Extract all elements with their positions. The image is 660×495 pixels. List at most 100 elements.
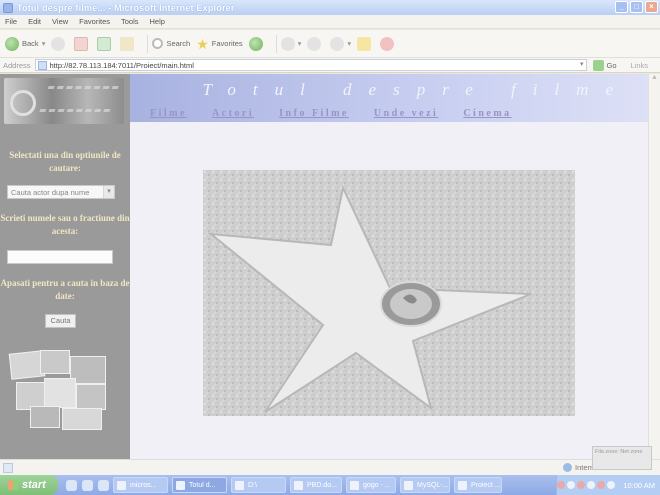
back-button[interactable]: Back ▾ (5, 36, 46, 51)
forward-button[interactable] (51, 36, 68, 51)
windows-logo-icon (8, 480, 18, 490)
tray-icon[interactable] (557, 481, 566, 489)
back-arrow-icon (5, 36, 19, 51)
nav-link-unde-vezi[interactable]: Unde vezi (374, 108, 438, 119)
tray-icon[interactable] (587, 481, 596, 489)
go-label: Go (606, 60, 617, 70)
nav-link-info-filme[interactable]: Info Filme (279, 108, 349, 119)
taskbar-item[interactable]: D:\ (231, 477, 286, 493)
page-done-icon (3, 463, 13, 473)
messenger-icon (380, 36, 395, 51)
desktop-quicklaunch-icon[interactable] (82, 479, 93, 491)
taskbar-item-label: MySQL-... (417, 481, 449, 489)
links-button[interactable]: Links (631, 61, 649, 70)
ie-quicklaunch-icon[interactable] (66, 479, 77, 491)
refresh-button[interactable] (97, 36, 114, 51)
chevron-down-icon[interactable]: ▾ (103, 186, 114, 198)
back-dropdown-icon[interactable]: ▾ (42, 39, 46, 48)
print-button[interactable] (307, 36, 324, 51)
mail-button[interactable]: ▾ (280, 36, 302, 51)
search-button[interactable]: Search (152, 38, 190, 49)
home-button[interactable] (120, 36, 137, 51)
ie-icon (176, 480, 185, 490)
window-controls: _ □ × (615, 1, 658, 13)
film-reel-icon (10, 90, 36, 116)
nav-link-cinema[interactable]: Cinema (463, 108, 511, 119)
menu-favorites[interactable]: Favorites (79, 17, 110, 26)
address-dropdown-icon[interactable]: ▾ (580, 60, 584, 68)
address-url: http://82.78.113.184:7011/Proiect/main.h… (49, 60, 194, 70)
system-tray: 10:00 AM (556, 475, 660, 495)
go-button[interactable]: Go (592, 59, 617, 71)
search-sidebar: Selectati una din optiunile de cautare: … (0, 74, 130, 459)
menu-edit[interactable]: Edit (28, 17, 41, 26)
film-strip-icon (39, 86, 119, 112)
main-nav: Filme Actori Info Filme Unde vezi Cinema (150, 108, 537, 119)
menu-help[interactable]: Help (150, 17, 165, 26)
ie-icon (3, 2, 13, 13)
minimize-button[interactable]: _ (615, 1, 628, 13)
select-prompt: Selectati una din optiunile de cautare: (9, 150, 121, 173)
start-button[interactable]: start (0, 475, 58, 495)
folder-button[interactable] (357, 36, 374, 51)
address-bar: Address http://82.78.113.184:7011/Proiec… (0, 58, 660, 73)
clock[interactable]: 10:00 AM (623, 481, 655, 490)
nav-link-actori[interactable]: Actori (212, 108, 254, 119)
menu-view[interactable]: View (52, 17, 68, 26)
taskbar-item[interactable]: gogo - ... (346, 477, 396, 493)
maximize-button[interactable]: □ (630, 1, 643, 13)
mail-icon (280, 36, 295, 51)
forward-arrow-icon (51, 36, 66, 51)
taskbar-item-label: Proiect ... (471, 481, 501, 489)
taskbar-item-label: gogo - ... (363, 481, 391, 489)
go-arrow-icon (592, 59, 604, 71)
favorites-label: Favorites (211, 39, 243, 48)
edit-button[interactable]: ▾ (330, 36, 351, 51)
nav-link-filme[interactable]: Filme (150, 108, 187, 119)
tray-icon[interactable] (567, 481, 576, 489)
print-icon (307, 36, 322, 51)
window-title-bar[interactable]: Totul despre filme... - Microsoft Intern… (0, 0, 660, 15)
site-header: Totul despre filme Filme Actori Info Fil… (130, 74, 648, 122)
favorites-button[interactable]: ★ Favorites (196, 37, 242, 51)
word-icon (294, 480, 303, 490)
menu-tools[interactable]: Tools (121, 17, 139, 26)
menu-file[interactable]: File (5, 17, 17, 26)
edit-dropdown-icon[interactable]: ▾ (347, 39, 351, 48)
menu-bar: File Edit View Favorites Tools Help (0, 15, 660, 29)
chat-icon (350, 480, 359, 490)
taskbar-item[interactable]: micros... (113, 477, 168, 493)
tray-icon[interactable] (597, 481, 606, 489)
media-button[interactable] (248, 36, 266, 51)
scroll-up-icon[interactable]: ▲ (649, 74, 660, 86)
window-icon (117, 480, 126, 490)
close-button[interactable]: × (645, 1, 658, 13)
site-title: Totul despre filme (202, 80, 630, 99)
messenger-button[interactable] (380, 36, 397, 51)
mail-dropdown-icon[interactable]: ▾ (298, 39, 302, 48)
window-title: Totul despre filme... - Microsoft Intern… (17, 2, 235, 13)
search-submit-button[interactable]: Cauta (45, 314, 76, 328)
taskbar-item[interactable]: MySQL-... (400, 477, 450, 493)
taskbar-item-label: D:\ (248, 481, 257, 489)
search-type-select[interactable]: Cauta actor dupa nume ▾ (7, 185, 115, 199)
cinema-collage-image (8, 350, 110, 430)
tray-icons (557, 481, 616, 489)
tray-icon[interactable] (577, 481, 586, 489)
search-label: Search (166, 39, 191, 48)
tray-icon[interactable] (607, 481, 616, 489)
name-search-input[interactable] (7, 250, 113, 264)
taskbar-item-active[interactable]: Totul d... (172, 477, 227, 493)
taskbar-item[interactable]: Proiect ... (454, 477, 502, 493)
taskbar-item[interactable]: PBD.do... (290, 477, 342, 493)
vertical-scrollbar[interactable]: ▲ (648, 74, 660, 459)
taskbar-item-label: Totul d... (189, 481, 216, 489)
page-content: Selectati una din optiunile de cautare: … (0, 74, 648, 459)
search-icon (152, 38, 164, 49)
toolbar-separator (147, 34, 149, 53)
stop-button[interactable] (74, 36, 91, 51)
film-reel-logo (4, 78, 124, 124)
media-quicklaunch-icon[interactable] (98, 479, 109, 491)
address-input[interactable]: http://82.78.113.184:7011/Proiect/main.h… (34, 59, 587, 71)
refresh-icon (97, 36, 112, 51)
